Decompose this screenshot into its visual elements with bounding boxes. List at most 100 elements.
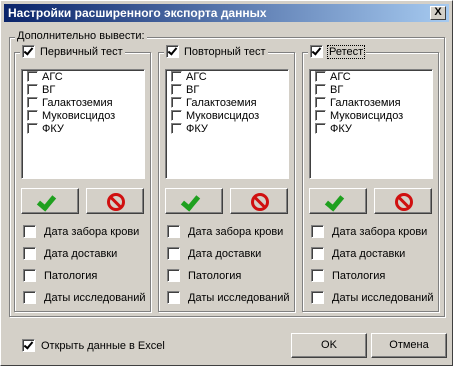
option-delivery-date[interactable]: Дата доставки — [311, 247, 405, 260]
column-title: Повторный тест — [184, 45, 266, 58]
option-study-dates[interactable]: Даты исследований — [311, 291, 434, 304]
item-checkbox[interactable] — [27, 97, 38, 108]
list-item[interactable]: АГС — [310, 70, 432, 83]
option-label: Даты исследований — [44, 291, 146, 304]
list-item[interactable]: Муковисцидоз — [310, 109, 432, 122]
disease-checklist[interactable]: АГС ВГ Галактоземия Муковисцидоз ФКУ — [21, 69, 145, 179]
clear-all-button[interactable] — [374, 188, 432, 214]
option-checkbox[interactable] — [23, 225, 36, 238]
option-checkbox[interactable] — [311, 225, 324, 238]
option-delivery-date[interactable]: Дата доставки — [23, 247, 117, 260]
item-checkbox[interactable] — [27, 84, 38, 95]
column-header[interactable]: Ретест — [308, 44, 367, 59]
option-blood-date[interactable]: Дата забора крови — [167, 225, 283, 238]
option-blood-date[interactable]: Дата забора крови — [23, 225, 139, 238]
option-label: Даты исследований — [332, 291, 434, 304]
option-pathology[interactable]: Патология — [23, 269, 97, 282]
column-title: Ретест — [326, 44, 366, 59]
option-label: Дата доставки — [188, 247, 262, 260]
item-checkbox[interactable] — [315, 123, 326, 134]
column-retest: Ретест АГС ВГ Галактоземия Муковисцидоз … — [302, 44, 439, 312]
option-label: Патология — [44, 269, 98, 282]
list-item[interactable]: ВГ — [22, 83, 144, 96]
option-study-dates[interactable]: Даты исследований — [167, 291, 290, 304]
option-checkbox[interactable] — [311, 291, 324, 304]
checkmark-icon — [180, 191, 201, 212]
item-checkbox[interactable] — [315, 110, 326, 121]
option-label: Патология — [188, 269, 242, 282]
option-checkbox[interactable] — [23, 291, 36, 304]
item-label: ВГ — [330, 83, 344, 96]
disease-checklist[interactable]: АГС ВГ Галактоземия Муковисцидоз ФКУ — [165, 69, 289, 179]
list-item[interactable]: АГС — [22, 70, 144, 83]
close-button[interactable]: X — [430, 6, 446, 20]
item-checkbox[interactable] — [27, 71, 38, 82]
item-checkbox[interactable] — [27, 110, 38, 121]
item-label: Муковисцидоз — [330, 109, 404, 122]
item-label: АГС — [330, 70, 351, 83]
column-header[interactable]: Повторный тест — [164, 45, 268, 58]
disease-checklist[interactable]: АГС ВГ Галактоземия Муковисцидоз ФКУ — [309, 69, 433, 179]
option-label: Дата доставки — [332, 247, 406, 260]
extra-output-label: Дополнительно вывести: — [15, 30, 147, 42]
option-label: Даты исследований — [188, 291, 290, 304]
cancel-button[interactable]: Отмена — [371, 333, 447, 358]
item-checkbox[interactable] — [171, 97, 182, 108]
option-checkbox[interactable] — [23, 247, 36, 260]
option-checkbox[interactable] — [167, 225, 180, 238]
option-pathology[interactable]: Патология — [311, 269, 385, 282]
list-item[interactable]: Галактоземия — [22, 96, 144, 109]
checkmark-icon — [324, 191, 345, 212]
option-checkbox[interactable] — [311, 269, 324, 282]
item-label: АГС — [42, 70, 63, 83]
option-blood-date[interactable]: Дата забора крови — [311, 225, 427, 238]
select-all-button[interactable] — [21, 188, 79, 214]
item-checkbox[interactable] — [171, 110, 182, 121]
list-item[interactable]: Муковисцидоз — [166, 109, 288, 122]
item-checkbox[interactable] — [315, 97, 326, 108]
clear-all-button[interactable] — [86, 188, 144, 214]
list-item[interactable]: Муковисцидоз — [22, 109, 144, 122]
option-label: Дата забора крови — [188, 225, 284, 238]
option-delivery-date[interactable]: Дата доставки — [167, 247, 261, 260]
select-all-button[interactable] — [165, 188, 223, 214]
list-item[interactable]: АГС — [166, 70, 288, 83]
item-label: Муковисцидоз — [186, 109, 260, 122]
open-in-excel-checkbox[interactable] — [22, 339, 35, 352]
column-checkbox[interactable] — [166, 45, 179, 58]
list-item[interactable]: Галактоземия — [310, 96, 432, 109]
item-checkbox[interactable] — [171, 84, 182, 95]
column-primary-test: Первичный тест АГС ВГ Галактоземия Муков… — [14, 45, 151, 312]
option-pathology[interactable]: Патология — [167, 269, 241, 282]
list-item[interactable]: ФКУ — [310, 122, 432, 135]
list-item[interactable]: ВГ — [166, 83, 288, 96]
item-checkbox[interactable] — [315, 71, 326, 82]
item-checkbox[interactable] — [315, 84, 326, 95]
list-item[interactable]: ФКУ — [22, 122, 144, 135]
column-checkbox[interactable] — [310, 45, 323, 58]
open-in-excel-label: Открыть данные в Excel — [41, 339, 165, 352]
list-item[interactable]: Галактоземия — [166, 96, 288, 109]
open-in-excel-option[interactable]: Открыть данные в Excel — [22, 339, 165, 352]
option-checkbox[interactable] — [23, 269, 36, 282]
item-checkbox[interactable] — [171, 123, 182, 134]
list-item[interactable]: ВГ — [310, 83, 432, 96]
ok-button[interactable]: OK — [291, 333, 367, 358]
option-checkbox[interactable] — [311, 247, 324, 260]
item-label: Муковисцидоз — [42, 109, 116, 122]
clear-all-button[interactable] — [230, 188, 288, 214]
option-checkbox[interactable] — [167, 269, 180, 282]
column-header[interactable]: Первичный тест — [20, 45, 125, 58]
option-checkbox[interactable] — [167, 247, 180, 260]
option-study-dates[interactable]: Даты исследований — [23, 291, 146, 304]
list-item[interactable]: ФКУ — [166, 122, 288, 135]
checkmark-icon — [36, 191, 57, 212]
item-checkbox[interactable] — [171, 71, 182, 82]
select-all-button[interactable] — [309, 188, 367, 214]
option-checkbox[interactable] — [167, 291, 180, 304]
item-checkbox[interactable] — [27, 123, 38, 134]
option-label: Дата забора крови — [332, 225, 428, 238]
item-label: ВГ — [186, 83, 200, 96]
column-checkbox[interactable] — [22, 45, 35, 58]
item-label: АГС — [186, 70, 207, 83]
